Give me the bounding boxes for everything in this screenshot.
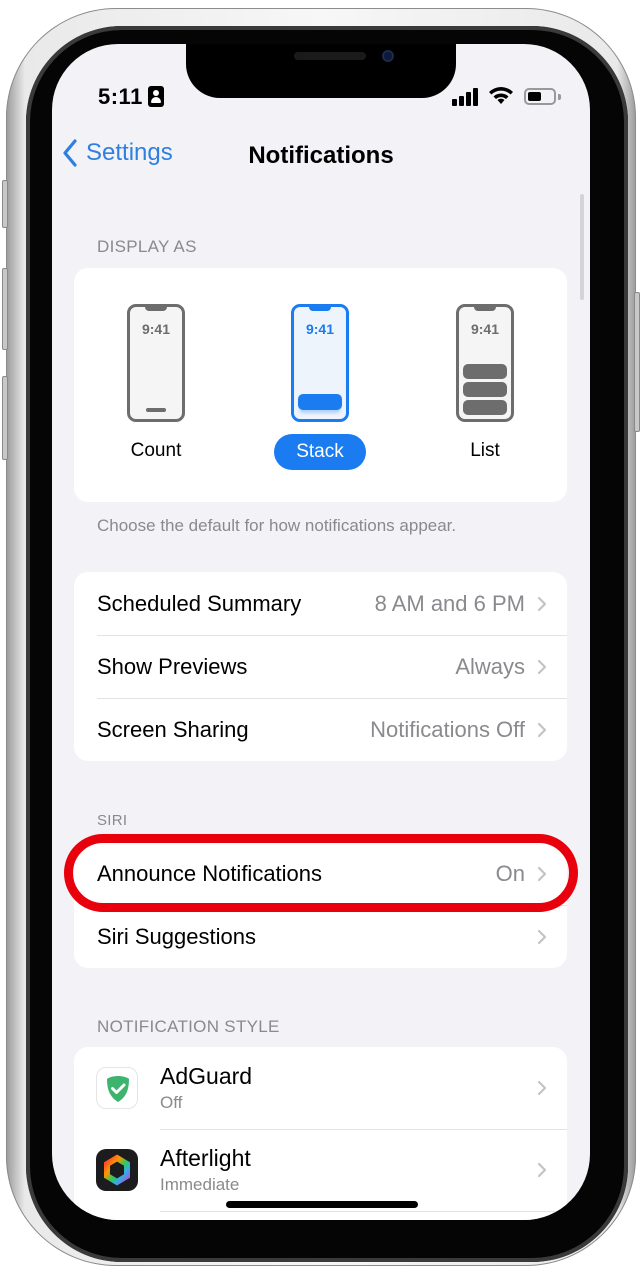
row-value: On <box>495 860 525 886</box>
siri-header: SIRI <box>97 812 128 829</box>
option-label-stack: Stack <box>274 434 366 470</box>
display-option-stack[interactable]: 9:41 Stack <box>260 304 380 470</box>
siri-card: Announce Notifications On Siri Suggestio… <box>74 842 567 968</box>
row-value: Always <box>455 653 525 679</box>
display-as-card: 9:41 Count 9:41 Stack 9:41 List <box>74 268 567 502</box>
row-label: Siri Suggestions <box>97 923 256 949</box>
home-indicator[interactable] <box>226 1201 418 1208</box>
general-settings-card: Scheduled Summary 8 AM and 6 PM Show Pre… <box>74 572 567 761</box>
preview-time: 9:41 <box>470 321 500 337</box>
notification-style-card: AdGuard Off Afterlight Immediate <box>74 1047 567 1220</box>
page-title: Notifications <box>52 142 590 170</box>
notification-style-header: NOTIFICATION STYLE <box>97 1017 280 1036</box>
row-screen-sharing[interactable]: Screen Sharing Notifications Off <box>74 698 567 761</box>
row-label: Show Previews <box>97 653 248 679</box>
scrollbar[interactable] <box>580 194 584 300</box>
chevron-right-icon <box>537 929 547 944</box>
battery-cap <box>558 94 561 100</box>
row-value: Notifications Off <box>370 716 525 742</box>
option-label-count: Count <box>130 440 182 461</box>
app-name: AdGuard <box>160 1063 253 1089</box>
row-announce-notifications[interactable]: Announce Notifications On <box>74 842 567 905</box>
count-preview-icon: 9:41 <box>127 304 185 422</box>
contact-card-icon <box>148 86 164 107</box>
afterlight-aperture-icon <box>96 1149 138 1191</box>
preview-time: 9:41 <box>305 321 335 337</box>
preview-time: 9:41 <box>141 321 171 337</box>
chevron-right-icon <box>537 1162 547 1178</box>
chevron-right-icon <box>537 596 547 611</box>
row-show-previews[interactable]: Show Previews Always <box>74 635 567 698</box>
notch <box>186 44 456 98</box>
chevron-right-icon <box>537 1080 547 1096</box>
status-time: 5:11 <box>98 84 143 109</box>
chevron-right-icon <box>537 866 547 881</box>
cellular-signal-icon <box>452 88 482 106</box>
chevron-right-icon <box>537 659 547 674</box>
option-label-list: List <box>470 440 500 461</box>
display-as-header: DISPLAY AS <box>97 237 197 256</box>
app-status: Off <box>160 1093 183 1112</box>
list-preview-icon: 9:41 <box>456 304 514 422</box>
battery-icon <box>524 88 556 105</box>
display-as-footer: Choose the default for how notifications… <box>97 516 457 535</box>
chevron-right-icon <box>537 722 547 737</box>
app-row-afterlight[interactable]: Afterlight Immediate <box>74 1129 567 1211</box>
display-option-list[interactable]: 9:41 List <box>425 304 545 468</box>
app-name: Afterlight <box>160 1145 251 1171</box>
row-label: Screen Sharing <box>97 716 249 742</box>
speaker-grille <box>294 52 366 60</box>
row-scheduled-summary[interactable]: Scheduled Summary 8 AM and 6 PM <box>74 572 567 635</box>
app-status: Immediate <box>160 1175 240 1194</box>
phone-screen: 5:11 Settings Notifications DISPLAY AS 9… <box>52 44 590 1220</box>
front-camera <box>382 50 394 62</box>
stack-preview-icon: 9:41 <box>291 304 349 422</box>
app-row-adguard[interactable]: AdGuard Off <box>74 1047 567 1129</box>
adguard-shield-icon <box>96 1067 138 1109</box>
row-divider <box>160 1211 567 1212</box>
wifi-icon <box>489 87 513 104</box>
page-title-text: Notifications <box>248 142 394 169</box>
display-option-count[interactable]: 9:41 Count <box>96 304 216 468</box>
row-siri-suggestions[interactable]: Siri Suggestions <box>74 905 567 968</box>
row-value: 8 AM and 6 PM <box>374 590 525 616</box>
row-label: Scheduled Summary <box>97 590 302 616</box>
row-label: Announce Notifications <box>97 860 323 886</box>
